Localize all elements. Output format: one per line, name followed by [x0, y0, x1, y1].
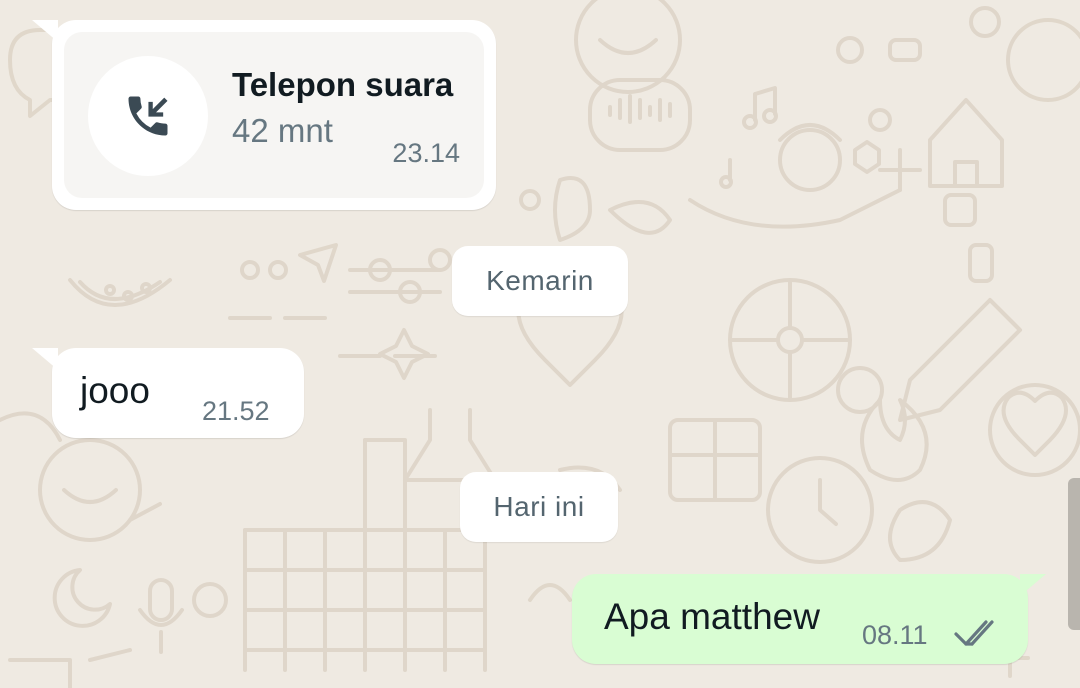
- message-text: jooo: [80, 370, 150, 411]
- call-title: Telepon suara: [232, 66, 454, 103]
- date-separator-label: Kemarin: [486, 265, 594, 296]
- read-double-check-icon: [954, 620, 994, 646]
- scrollbar-thumb[interactable]: [1068, 478, 1080, 630]
- call-timestamp: 23.14: [392, 138, 460, 168]
- date-separator-today: Hari ini: [460, 472, 618, 542]
- message-timestamp: 08.11: [862, 620, 928, 650]
- message-text: Apa matthew: [604, 596, 820, 637]
- message-timestamp: 21.52: [202, 396, 270, 426]
- call-icon-circle: [88, 56, 208, 176]
- date-separator-yesterday: Kemarin: [452, 246, 628, 316]
- call-duration: 42 mnt: [232, 112, 333, 149]
- incoming-message-bubble[interactable]: jooo 21.52: [32, 348, 304, 438]
- outgoing-message-bubble[interactable]: Apa matthew 08.11: [572, 574, 1046, 664]
- incoming-call-icon: [128, 96, 168, 136]
- chat-area[interactable]: Telepon suara 42 mnt 23.14 Kemarin jooo …: [0, 0, 1080, 688]
- call-card[interactable]: Telepon suara 42 mnt 23.14: [64, 32, 484, 198]
- date-separator-label: Hari ini: [493, 491, 585, 522]
- call-message-bubble[interactable]: Telepon suara 42 mnt 23.14: [32, 20, 496, 210]
